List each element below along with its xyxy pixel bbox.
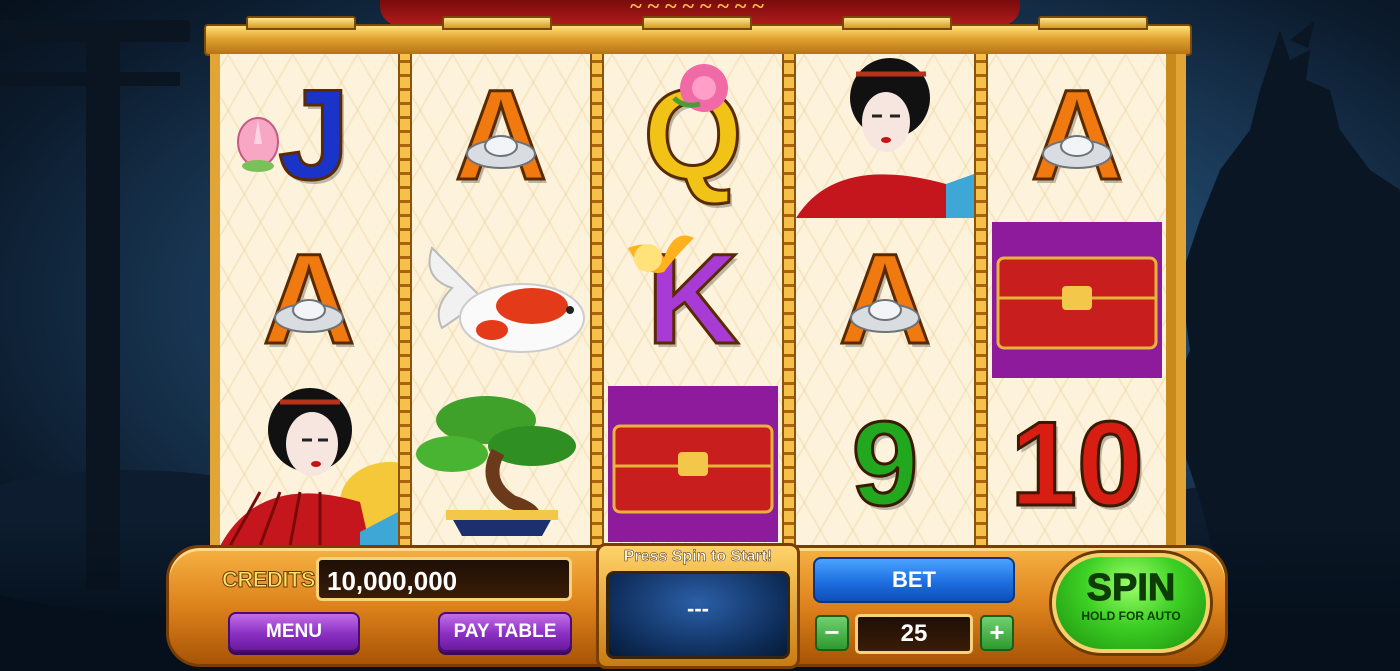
symbol-a: A bbox=[796, 218, 974, 382]
symbol-a: A bbox=[412, 54, 590, 218]
reel-4: A 9 bbox=[796, 54, 974, 546]
reel-3: Q K bbox=[604, 54, 782, 546]
reel-2: A bbox=[412, 54, 590, 546]
symbol-letter: J bbox=[277, 64, 351, 207]
bet-increase-button[interactable]: + bbox=[980, 615, 1014, 651]
spin-sublabel: HOLD FOR AUTO bbox=[1081, 609, 1181, 623]
symbol-geisha bbox=[796, 54, 974, 218]
spin-label: SPIN bbox=[1086, 567, 1176, 609]
symbol-number: 9 bbox=[850, 397, 920, 531]
symbol-9: 9 bbox=[796, 382, 974, 546]
symbol-a: A bbox=[988, 54, 1166, 218]
bet-button[interactable]: BET bbox=[813, 557, 1015, 603]
spin-button[interactable]: SPIN HOLD FOR AUTO bbox=[1052, 553, 1210, 653]
win-display: --- bbox=[606, 571, 790, 659]
reel-5: A 10 bbox=[988, 54, 1166, 546]
symbol-j: J bbox=[220, 54, 398, 218]
symbol-a: A bbox=[220, 218, 398, 382]
reel-1: J A bbox=[220, 54, 398, 546]
symbol-q: Q bbox=[604, 54, 782, 218]
symbol-treasure-chest bbox=[988, 218, 1166, 382]
symbol-k: K bbox=[604, 218, 782, 382]
reel-frame-top bbox=[204, 16, 1192, 56]
pay-table-button[interactable]: PAY TABLE bbox=[438, 612, 572, 652]
symbol-koi-fish bbox=[412, 218, 590, 382]
symbol-number: 10 bbox=[1009, 397, 1145, 531]
symbol-treasure-chest bbox=[604, 382, 782, 546]
bet-decrease-button[interactable]: − bbox=[815, 615, 849, 651]
bet-value: 25 bbox=[855, 614, 973, 654]
symbol-geisha bbox=[220, 382, 398, 546]
credits-value: 10,000,000 bbox=[316, 557, 572, 601]
reel-grid: J A A bbox=[210, 54, 1186, 546]
status-message: Press Spin to Start! bbox=[623, 548, 773, 566]
menu-button[interactable]: MENU bbox=[228, 612, 360, 652]
symbol-bonsai bbox=[412, 382, 590, 546]
symbol-10: 10 bbox=[988, 382, 1166, 546]
credits-label: CREDITS bbox=[221, 567, 316, 593]
